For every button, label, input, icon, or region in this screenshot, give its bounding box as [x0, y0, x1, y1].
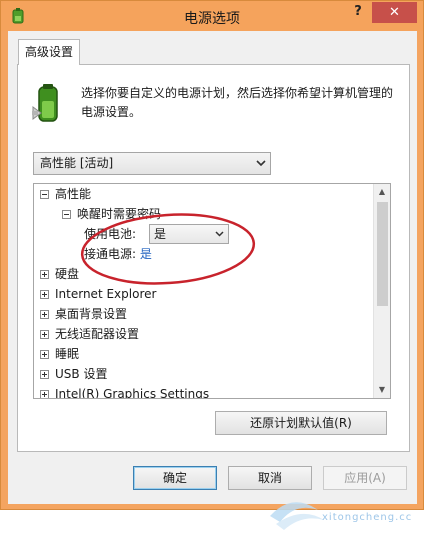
on-battery-label: 使用电池: [84, 227, 137, 241]
scroll-up-arrow-icon[interactable]: ▲ [374, 184, 390, 200]
scroll-thumb[interactable] [377, 202, 388, 306]
title-bar[interactable]: 电源选项 ? ✕ [1, 1, 423, 31]
tab-advanced-settings[interactable]: 高级设置 [18, 39, 80, 65]
help-button[interactable]: ? [347, 4, 369, 24]
tree-scrollbar[interactable]: ▲ ▼ [373, 184, 390, 398]
expand-icon[interactable] [40, 390, 49, 398]
plugged-in-label: 接通电源: [84, 247, 137, 261]
settings-tree[interactable]: 高性能 唤醒时需要密码 使用电池: 是 接通电源: 是 硬盘 Internet … [33, 183, 391, 399]
plugged-in-value-link[interactable]: 是 [140, 247, 152, 261]
instruction-text: 选择你要自定义的电源计划，然后选择你希望计算机管理的电源设置。 [81, 86, 394, 119]
dialog-client-area: 高级设置 选择你要自定义的电源计划，然后选择你希望计算机管理的电源设置。 高性能… [8, 31, 417, 504]
on-battery-value: 是 [154, 227, 167, 241]
close-button[interactable]: ✕ [372, 2, 417, 23]
expand-icon[interactable] [40, 330, 49, 339]
tree-item-on-battery: 使用电池: [84, 224, 136, 244]
restore-defaults-button[interactable]: 还原计划默认值(R) [215, 411, 387, 435]
collapse-icon[interactable] [40, 190, 49, 199]
chevron-down-icon [215, 231, 224, 237]
expand-icon[interactable] [40, 310, 49, 319]
chevron-down-icon [256, 160, 266, 167]
battery-power-icon [32, 84, 58, 122]
power-plan-select[interactable]: 高性能 [活动] [33, 152, 271, 175]
on-battery-select[interactable]: 是 [149, 224, 229, 244]
expand-icon[interactable] [40, 290, 49, 299]
watermark-text: xitongcheng.cc [322, 512, 413, 523]
collapse-icon[interactable] [62, 210, 71, 219]
tree-item-plugged-in[interactable]: 接通电源: 是 [84, 244, 152, 264]
expand-icon[interactable] [40, 350, 49, 359]
power-options-window: 电源选项 ? ✕ 高级设置 选择你要自定义的电源计划，然后选择你希望计算机管理的… [0, 0, 424, 510]
power-plan-selected-value: 高性能 [活动] [40, 156, 114, 170]
apply-button[interactable]: 应用(A) [323, 466, 407, 490]
scroll-down-arrow-icon[interactable]: ▼ [374, 382, 390, 398]
expand-icon[interactable] [40, 270, 49, 279]
cancel-button[interactable]: 取消 [228, 466, 312, 490]
ok-button[interactable]: 确定 [133, 466, 217, 490]
expand-icon[interactable] [40, 370, 49, 379]
